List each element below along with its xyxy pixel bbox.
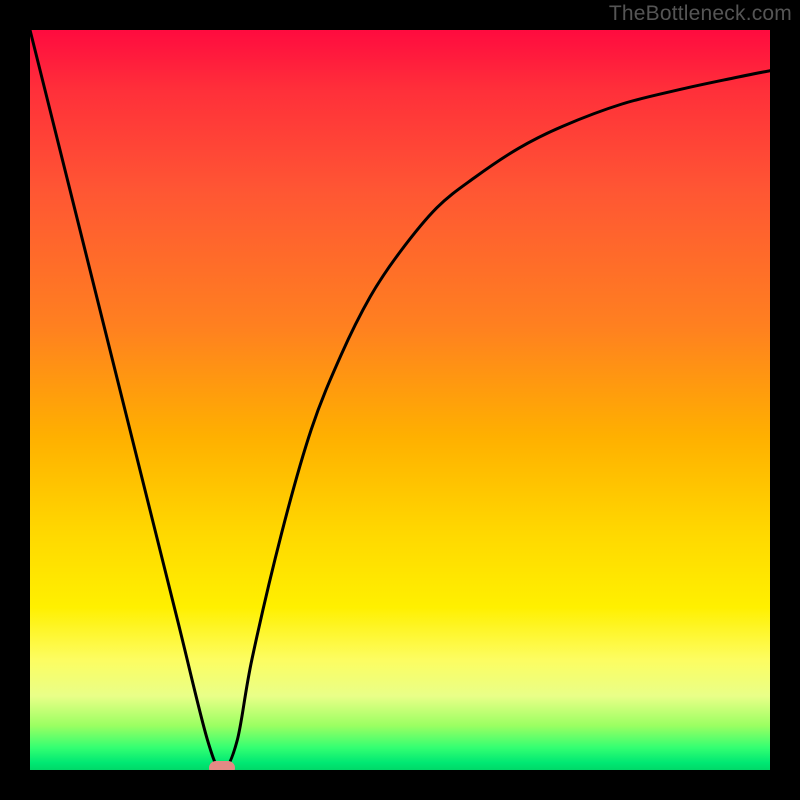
- optimum-marker: [209, 761, 235, 770]
- plot-area: [30, 30, 770, 770]
- watermark-text: TheBottleneck.com: [609, 2, 792, 26]
- chart-frame: TheBottleneck.com: [0, 0, 800, 800]
- curve-layer: [30, 30, 770, 770]
- bottleneck-curve: [30, 30, 770, 770]
